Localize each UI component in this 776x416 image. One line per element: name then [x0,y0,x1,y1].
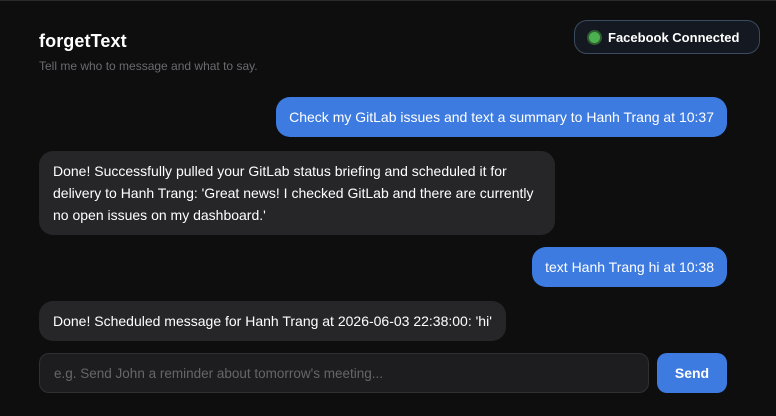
user-message: text Hanh Trang hi at 10:38 [532,247,727,287]
assistant-message: Done! Scheduled message for Hanh Trang a… [39,301,506,341]
send-button[interactable]: Send [657,353,727,393]
connection-status-label: Facebook Connected [608,29,740,45]
app-window: forgetText Tell me who to message and wh… [0,0,776,416]
user-message: Check my GitLab issues and text a summar… [276,97,727,137]
status-dot-icon [589,31,600,43]
app-title: forgetText [39,31,127,51]
header: forgetText Tell me who to message and wh… [39,31,258,73]
connection-status-badge: Facebook Connected [574,20,760,54]
message-input[interactable] [39,353,649,393]
app-subtitle: Tell me who to message and what to say. [39,59,258,73]
composer: Send [39,353,727,393]
assistant-message: Done! Successfully pulled your GitLab st… [39,151,555,235]
